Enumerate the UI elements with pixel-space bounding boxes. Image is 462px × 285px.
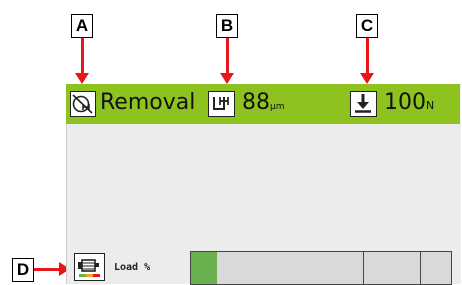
removal-mode-icon[interactable] [70,91,96,117]
callout-b-arrow [220,38,234,84]
depth-glyph [213,97,229,110]
removal-mode-glyph [72,94,93,114]
depth-unit: µm [270,102,285,112]
load-bar-divider [363,252,364,284]
callout-b: B [216,14,238,38]
force-down-glyph [355,94,371,113]
depth-value: 88 [242,90,270,115]
motor-glyph [78,259,100,277]
depth-readout: 88µm [242,90,285,115]
load-bar-divider [420,252,421,284]
status-bar: Removal 88µm 100N [66,84,460,124]
depth-icon[interactable] [208,91,235,117]
force-readout: 100N [384,90,434,115]
callout-d-arrow [34,262,70,276]
mode-label: Removal [100,90,196,115]
callout-c: C [356,14,378,38]
callout-a: A [71,14,93,38]
force-value: 100 [384,90,426,115]
callout-d: D [12,258,34,282]
force-down-icon[interactable] [350,91,377,117]
motor-icon[interactable] [74,253,105,281]
callout-a-arrow [75,38,89,84]
load-bar-fill [191,252,217,284]
load-bar [190,251,452,285]
callout-c-arrow [360,38,374,84]
force-unit: N [426,99,435,112]
load-label: Load % [114,262,151,273]
